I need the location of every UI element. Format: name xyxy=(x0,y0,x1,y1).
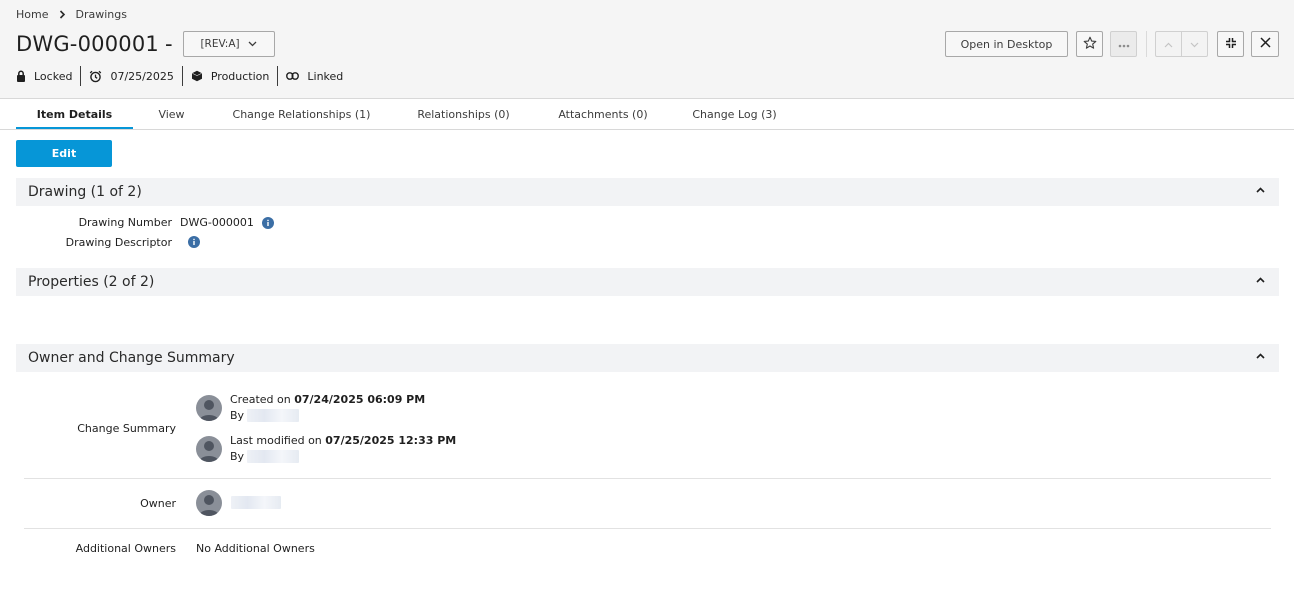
drawing-descriptor-label: Drawing Descriptor xyxy=(65,236,172,249)
date-status: 07/25/2025 xyxy=(89,66,174,86)
tab-label: Relationships (0) xyxy=(417,108,510,121)
edit-button[interactable]: Edit xyxy=(16,140,112,167)
created-prefix: Created on xyxy=(230,393,295,406)
divider xyxy=(24,528,1271,529)
revision-dropdown[interactable]: [REV:A] xyxy=(182,31,275,57)
change-summary-label: Change Summary xyxy=(77,422,176,435)
link-icon xyxy=(286,72,300,80)
avatar xyxy=(196,436,222,462)
lifecycle-status-text: Production xyxy=(210,69,270,83)
tab-change-relationships[interactable]: Change Relationships (1) xyxy=(210,100,393,129)
collapse-icon xyxy=(1225,37,1237,52)
lifecycle-status: Production xyxy=(191,66,270,86)
section-drawing-header[interactable]: Drawing (1 of 2) xyxy=(16,178,1279,206)
tab-change-log[interactable]: Change Log (3) xyxy=(672,100,797,129)
lock-icon xyxy=(16,70,26,82)
open-in-desktop-label: Open in Desktop xyxy=(960,37,1053,51)
additional-owners-label: Additional Owners xyxy=(75,542,176,555)
page-title: DWG-000001 xyxy=(16,32,159,56)
created-date: 07/24/2025 06:09 PM xyxy=(294,393,426,406)
tab-relationships[interactable]: Relationships (0) xyxy=(393,100,534,129)
close-button[interactable] xyxy=(1251,31,1279,57)
section-properties-header[interactable]: Properties (2 of 2) xyxy=(16,268,1279,296)
drawing-number-text: DWG-000001 xyxy=(180,216,254,229)
title-dash: - xyxy=(164,32,173,56)
tab-label: View xyxy=(158,108,185,121)
tab-item-details[interactable]: Item Details xyxy=(16,100,133,129)
edit-label: Edit xyxy=(51,147,77,160)
section-title: Drawing (1 of 2) xyxy=(28,184,142,200)
tab-view[interactable]: View xyxy=(133,100,210,129)
item-tabs: Item Details View Change Relationships (… xyxy=(16,100,797,129)
star-icon xyxy=(1083,36,1097,53)
lock-status: Locked xyxy=(16,66,72,86)
drawing-number-value: DWG-000001 xyxy=(180,216,274,229)
section-title: Properties (2 of 2) xyxy=(28,274,155,290)
revision-label: [REV:A] xyxy=(200,38,240,50)
chevron-up-icon xyxy=(1256,353,1265,359)
favorite-button[interactable] xyxy=(1076,31,1103,57)
info-icon[interactable] xyxy=(261,216,274,229)
drawing-number-label: Drawing Number xyxy=(78,216,172,229)
tab-label: Item Details xyxy=(36,108,113,121)
avatar xyxy=(196,490,222,516)
next-item-button[interactable] xyxy=(1181,31,1208,57)
link-status-text: Linked xyxy=(307,69,344,83)
modified-summary: Last modified on 07/25/2025 12:33 PM xyxy=(230,434,456,447)
title-row: DWG-000001 - [REV:A] xyxy=(16,31,275,57)
owner-user[interactable] xyxy=(231,496,281,509)
more-options-button[interactable] xyxy=(1110,31,1137,57)
chevron-up-icon xyxy=(1256,277,1265,283)
drawing-descriptor-value xyxy=(188,236,200,248)
modified-by-user xyxy=(247,450,299,463)
divider xyxy=(277,66,279,86)
alarm-clock-icon xyxy=(89,70,102,83)
item-header: Home Drawings DWG-000001 - [REV:A] Locke… xyxy=(0,0,1294,99)
toolbar-divider xyxy=(1146,31,1147,57)
additional-owners-value: No Additional Owners xyxy=(196,542,315,555)
modified-date: 07/25/2025 12:33 PM xyxy=(325,434,457,447)
status-row: Locked 07/25/2025 Production Linked xyxy=(16,66,343,86)
ellipsis-icon xyxy=(1118,38,1130,51)
divider xyxy=(181,66,183,86)
open-in-desktop-button[interactable]: Open in Desktop xyxy=(945,31,1068,57)
created-by-label: By xyxy=(230,409,245,422)
collapse-view-button[interactable] xyxy=(1217,31,1244,57)
breadcrumb-drawings[interactable]: Drawings xyxy=(75,8,126,21)
tab-attachments[interactable]: Attachments (0) xyxy=(534,100,672,129)
breadcrumb-home[interactable]: Home xyxy=(16,8,48,21)
section-owner-header[interactable]: Owner and Change Summary xyxy=(16,344,1279,372)
chevron-down-icon xyxy=(248,41,257,47)
cube-icon xyxy=(191,70,203,82)
chevron-right-icon xyxy=(59,10,66,19)
chevron-up-icon xyxy=(1256,187,1265,193)
divider xyxy=(24,478,1271,479)
avatar xyxy=(196,395,222,421)
chevron-down-icon xyxy=(1190,38,1199,51)
tab-label: Change Relationships (1) xyxy=(232,108,371,121)
date-status-text: 07/25/2025 xyxy=(110,69,174,83)
tabs-divider xyxy=(0,129,1294,130)
section-title: Owner and Change Summary xyxy=(28,350,235,366)
divider xyxy=(80,66,82,86)
tab-label: Attachments (0) xyxy=(558,108,648,121)
tab-label: Change Log (3) xyxy=(692,108,777,121)
info-icon[interactable] xyxy=(188,236,200,248)
lock-status-text: Locked xyxy=(34,69,73,83)
owner-label: Owner xyxy=(140,497,176,510)
chevron-up-icon xyxy=(1164,38,1173,51)
modified-prefix: Last modified on xyxy=(230,434,326,447)
created-summary: Created on 07/24/2025 06:09 PM xyxy=(230,393,425,406)
breadcrumb: Home Drawings xyxy=(16,8,127,21)
link-status: Linked xyxy=(286,66,343,86)
close-icon xyxy=(1259,37,1271,51)
created-by-user xyxy=(247,409,299,422)
previous-item-button[interactable] xyxy=(1155,31,1182,57)
modified-by-label: By xyxy=(230,450,245,463)
